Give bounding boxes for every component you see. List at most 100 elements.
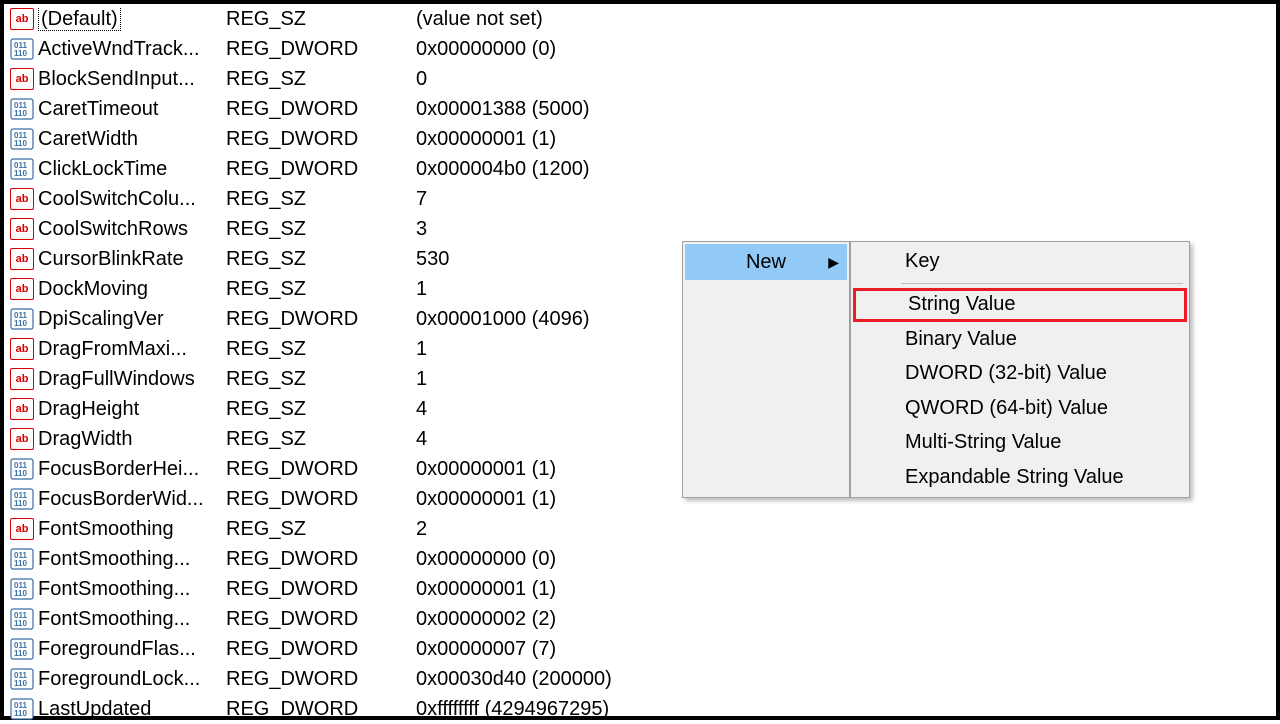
value-type: REG_SZ bbox=[226, 8, 416, 31]
registry-value-row[interactable]: (Default)REG_SZ(value not set) bbox=[4, 4, 1276, 34]
menu-item-string-value[interactable]: String Value bbox=[853, 288, 1187, 323]
value-type: REG_SZ bbox=[226, 338, 416, 361]
value-name: DpiScalingVer bbox=[38, 308, 226, 331]
string-value-icon bbox=[10, 518, 34, 540]
registry-value-row[interactable]: BlockSendInput...REG_SZ0 bbox=[4, 64, 1276, 94]
dword-value-icon bbox=[10, 98, 34, 120]
menu-item-new[interactable]: New ▶ bbox=[685, 244, 847, 280]
context-menu-parent: New ▶ bbox=[682, 241, 850, 498]
menu-item-qword-64-bit-value[interactable]: QWORD (64-bit) Value bbox=[853, 391, 1187, 426]
string-value-icon bbox=[10, 188, 34, 210]
value-name: ActiveWndTrack... bbox=[38, 38, 226, 61]
registry-value-row[interactable]: CoolSwitchColu...REG_SZ7 bbox=[4, 184, 1276, 214]
value-name: DragHeight bbox=[38, 398, 226, 421]
string-value-icon bbox=[10, 68, 34, 90]
value-type: REG_SZ bbox=[226, 188, 416, 211]
value-name: DockMoving bbox=[38, 278, 226, 301]
value-type: REG_SZ bbox=[226, 518, 416, 541]
dword-value-icon bbox=[10, 638, 34, 660]
registry-value-row[interactable]: FontSmoothingREG_SZ2 bbox=[4, 514, 1276, 544]
menu-item-multi-string-value[interactable]: Multi-String Value bbox=[853, 426, 1187, 461]
menu-item-label: DWORD (32-bit) Value bbox=[905, 362, 1107, 385]
value-name: CoolSwitchColu... bbox=[38, 188, 226, 211]
dword-value-icon bbox=[10, 668, 34, 690]
value-type: REG_DWORD bbox=[226, 98, 416, 121]
menu-item-expandable-string-value[interactable]: Expandable String Value bbox=[853, 460, 1187, 495]
string-value-icon bbox=[10, 278, 34, 300]
value-name: BlockSendInput... bbox=[38, 68, 226, 91]
value-name: DragWidth bbox=[38, 428, 226, 451]
value-data: 0x00000001 (1) bbox=[416, 128, 1276, 151]
registry-value-row[interactable]: CaretTimeoutREG_DWORD0x00001388 (5000) bbox=[4, 94, 1276, 124]
value-type: REG_DWORD bbox=[226, 638, 416, 661]
string-value-icon bbox=[10, 398, 34, 420]
menu-item-binary-value[interactable]: Binary Value bbox=[853, 322, 1187, 357]
string-value-icon bbox=[10, 218, 34, 240]
dword-value-icon bbox=[10, 128, 34, 150]
value-type: REG_DWORD bbox=[226, 578, 416, 601]
string-value-icon bbox=[10, 428, 34, 450]
value-data: 0x00000000 (0) bbox=[416, 38, 1276, 61]
menu-item-label: Binary Value bbox=[905, 328, 1017, 351]
dword-value-icon bbox=[10, 158, 34, 180]
value-type: REG_DWORD bbox=[226, 458, 416, 481]
value-name: CaretTimeout bbox=[38, 98, 226, 121]
value-type: REG_DWORD bbox=[226, 38, 416, 61]
value-data: 3 bbox=[416, 218, 1276, 241]
registry-value-row[interactable]: CaretWidthREG_DWORD0x00000001 (1) bbox=[4, 124, 1276, 154]
registry-value-row[interactable]: CoolSwitchRowsREG_SZ3 bbox=[4, 214, 1276, 244]
registry-value-row[interactable]: FontSmoothing...REG_DWORD0x00000002 (2) bbox=[4, 604, 1276, 634]
value-name: FontSmoothing... bbox=[38, 608, 226, 631]
value-type: REG_DWORD bbox=[226, 608, 416, 631]
string-value-icon bbox=[10, 8, 34, 30]
string-value-icon bbox=[10, 338, 34, 360]
value-data: 0x00001388 (5000) bbox=[416, 98, 1276, 121]
value-data: 0x00030d40 (200000) bbox=[416, 668, 1276, 691]
value-name: FontSmoothing... bbox=[38, 578, 226, 601]
value-type: REG_DWORD bbox=[226, 488, 416, 511]
value-data: 0 bbox=[416, 68, 1276, 91]
menu-item-label: Expandable String Value bbox=[905, 466, 1124, 489]
value-name: (Default) bbox=[38, 8, 226, 31]
dword-value-icon bbox=[10, 698, 34, 720]
registry-value-row[interactable]: FontSmoothing...REG_DWORD0x00000001 (1) bbox=[4, 574, 1276, 604]
value-name: ForegroundFlas... bbox=[38, 638, 226, 661]
menu-item-key[interactable]: Key bbox=[853, 244, 1187, 279]
dword-value-icon bbox=[10, 458, 34, 480]
value-name: ForegroundLock... bbox=[38, 668, 226, 691]
menu-item-label: String Value bbox=[908, 293, 1015, 316]
value-data: 0x00000001 (1) bbox=[416, 578, 1276, 601]
registry-value-row[interactable]: ActiveWndTrack...REG_DWORD0x00000000 (0) bbox=[4, 34, 1276, 64]
value-name: DragFromMaxi... bbox=[38, 338, 226, 361]
value-type: REG_SZ bbox=[226, 248, 416, 271]
menu-item-dword-32-bit-value[interactable]: DWORD (32-bit) Value bbox=[853, 357, 1187, 392]
dword-value-icon bbox=[10, 38, 34, 60]
value-type: REG_SZ bbox=[226, 68, 416, 91]
value-data: 2 bbox=[416, 518, 1276, 541]
value-name: FocusBorderWid... bbox=[38, 488, 226, 511]
value-name: ClickLockTime bbox=[38, 158, 226, 181]
string-value-icon bbox=[10, 368, 34, 390]
value-type: REG_SZ bbox=[226, 368, 416, 391]
menu-item-label: Multi-String Value bbox=[905, 431, 1061, 454]
registry-value-row[interactable]: ForegroundLock...REG_DWORD0x00030d40 (20… bbox=[4, 664, 1276, 694]
value-type: REG_DWORD bbox=[226, 128, 416, 151]
value-type: REG_DWORD bbox=[226, 668, 416, 691]
value-name: CursorBlinkRate bbox=[38, 248, 226, 271]
value-data: 7 bbox=[416, 188, 1276, 211]
value-type: REG_SZ bbox=[226, 428, 416, 451]
menu-separator bbox=[853, 279, 1187, 288]
value-type: REG_DWORD bbox=[226, 548, 416, 571]
string-value-icon bbox=[10, 248, 34, 270]
value-name: FontSmoothing... bbox=[38, 548, 226, 571]
registry-value-row[interactable]: FontSmoothing...REG_DWORD0x00000000 (0) bbox=[4, 544, 1276, 574]
menu-item-label: QWORD (64-bit) Value bbox=[905, 397, 1108, 420]
value-type: REG_DWORD bbox=[226, 698, 416, 721]
context-menu: New ▶ Key String Value Binary Value DWORD (… bbox=[682, 241, 1190, 498]
menu-item-label: Key bbox=[905, 250, 939, 273]
registry-value-row[interactable]: ClickLockTimeREG_DWORD0x000004b0 (1200) bbox=[4, 154, 1276, 184]
value-name: CoolSwitchRows bbox=[38, 218, 226, 241]
value-type: REG_SZ bbox=[226, 398, 416, 421]
registry-value-row[interactable]: ForegroundFlas...REG_DWORD0x00000007 (7) bbox=[4, 634, 1276, 664]
value-name: FontSmoothing bbox=[38, 518, 226, 541]
